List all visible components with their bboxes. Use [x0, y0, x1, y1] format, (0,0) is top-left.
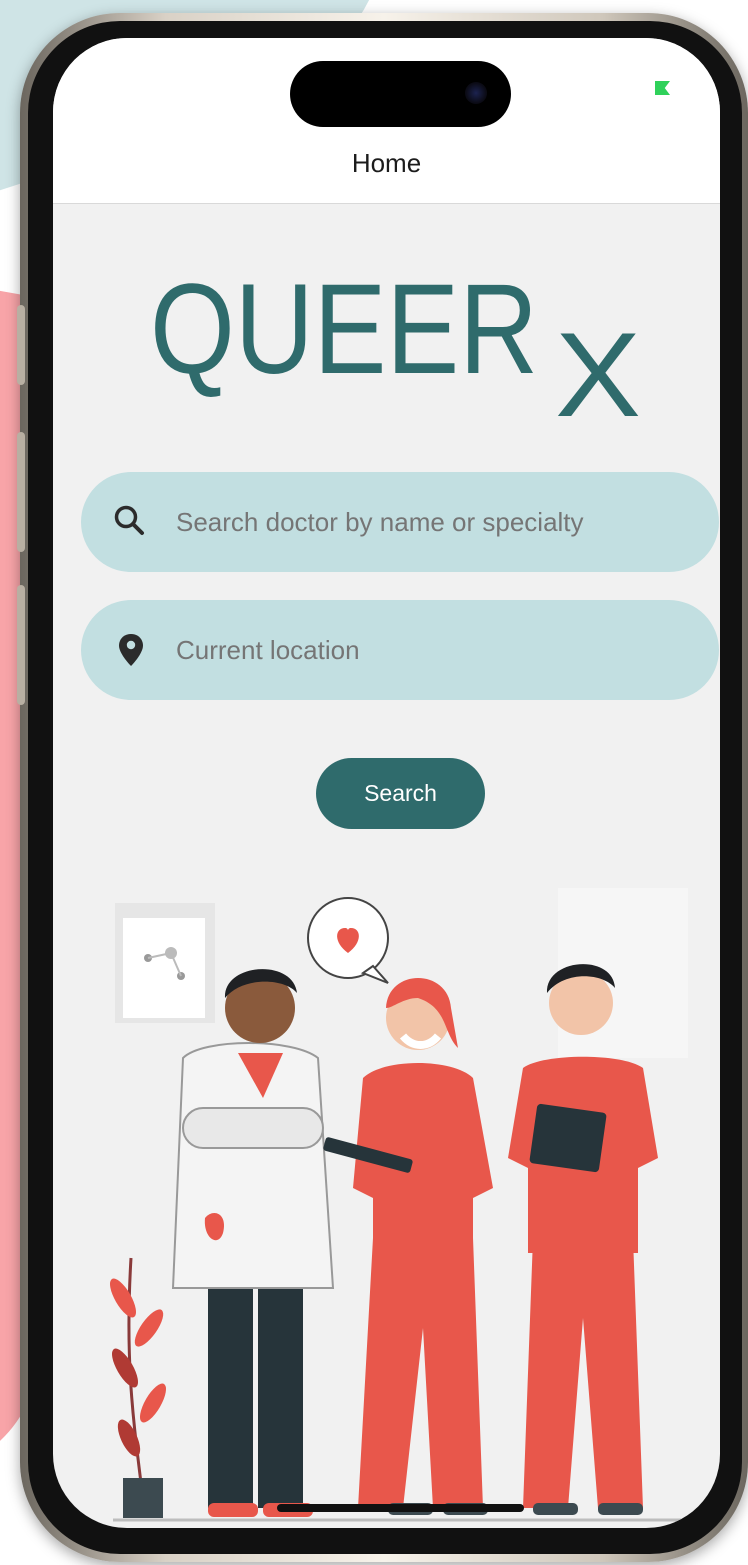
home-indicator[interactable]	[277, 1504, 524, 1512]
location-field[interactable]	[81, 600, 719, 700]
potted-plant	[110, 1257, 167, 1518]
logo-rx-suffix: X	[555, 308, 641, 421]
app-logo: QUEER X	[150, 258, 641, 421]
app-screen: Home QUEER X Search	[53, 38, 720, 1528]
battery-icon	[655, 81, 670, 95]
doctors-illustration	[110, 888, 693, 1522]
doctor-white-coat-figure	[171, 969, 335, 1517]
heart-speech-bubble	[307, 897, 389, 984]
logo-text: QUEER	[150, 258, 538, 401]
wall-frame-picture	[123, 918, 205, 1018]
camera-icon	[465, 82, 487, 104]
phone-side-button	[17, 305, 25, 385]
location-pin-icon	[119, 634, 143, 666]
phone-side-button	[17, 585, 25, 705]
location-input[interactable]	[176, 600, 696, 700]
search-button[interactable]: Search	[316, 758, 485, 829]
phone-side-button	[17, 432, 25, 552]
page-title: Home	[351, 148, 422, 178]
dynamic-island	[290, 61, 511, 127]
nurse-figure	[323, 978, 493, 1515]
navigation-bar: Home	[53, 38, 720, 204]
search-field[interactable]	[81, 472, 719, 572]
search-input[interactable]	[176, 472, 696, 572]
search-icon	[114, 505, 144, 535]
